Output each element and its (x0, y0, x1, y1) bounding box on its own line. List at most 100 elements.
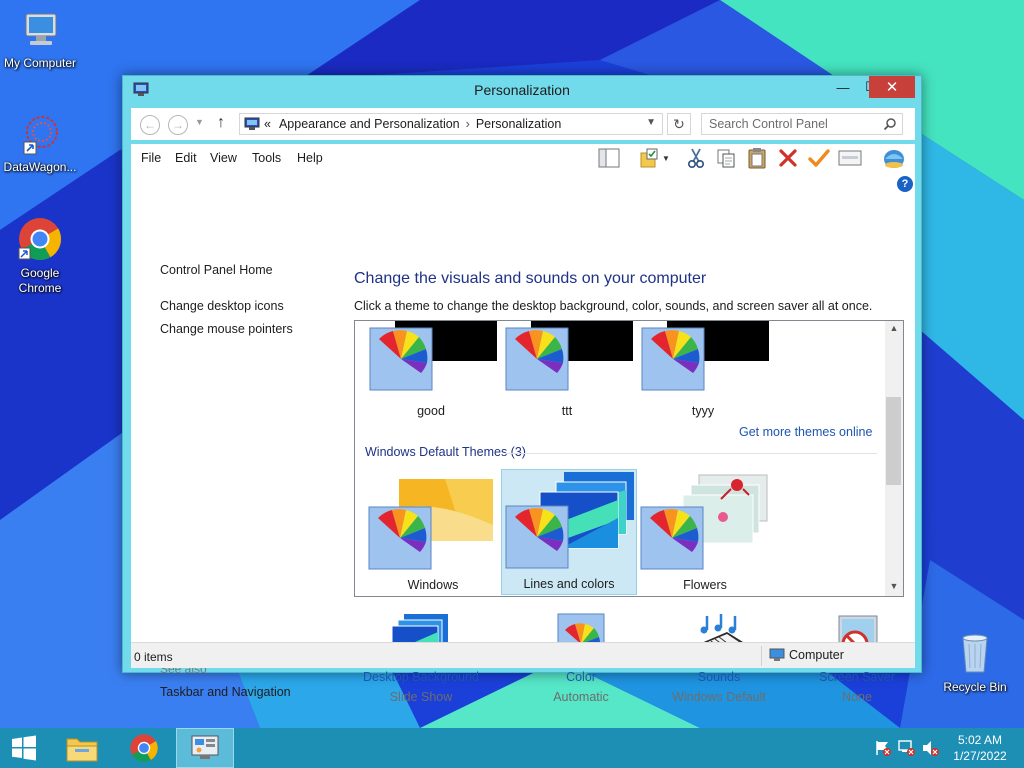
status-bar: 0 items Computer (131, 642, 915, 668)
status-divider (761, 646, 762, 666)
network-icon[interactable] (898, 740, 916, 756)
search-icon[interactable] (883, 117, 897, 131)
desktop-icon-datawagon[interactable]: DataWagon... (0, 112, 80, 175)
item-count: 0 items (134, 650, 173, 664)
menu-file[interactable]: File (141, 151, 161, 165)
search-input[interactable] (701, 113, 903, 135)
theme-preview-windows (368, 479, 493, 570)
setting-label[interactable]: Desktop Background (351, 670, 491, 684)
taskbar: 5:02 AM 1/27/2022 (0, 728, 1024, 768)
paste-button[interactable] (744, 146, 770, 170)
clock-date: 1/27/2022 (953, 749, 1007, 763)
address-field[interactable]: « Appearance and Personalization › Perso… (239, 113, 663, 135)
status-location-label: Computer (789, 648, 844, 662)
delete-button[interactable] (775, 146, 801, 170)
setting-value: None (842, 690, 872, 704)
properties-icon (838, 150, 862, 166)
theme-item-flowers[interactable]: Flowers (637, 469, 773, 595)
menu-help[interactable]: Help (297, 151, 323, 165)
section-divider (505, 453, 877, 454)
taskbar-chrome[interactable] (116, 728, 172, 768)
minimize-button[interactable]: — (829, 76, 857, 98)
menu-tools[interactable]: Tools (252, 151, 281, 165)
setting-value: Windows Default (672, 690, 766, 704)
title-bar[interactable]: Personalization — ☐ ✕ (123, 76, 921, 104)
copy-button[interactable] (713, 146, 739, 170)
up-button[interactable]: ↑ (217, 114, 225, 132)
theme-name: tyyy (691, 404, 715, 418)
check-icon (808, 149, 830, 167)
change-mouse-pointers-link[interactable]: Change mouse pointers (160, 322, 293, 336)
menu-view[interactable]: View (210, 151, 237, 165)
setting-value: Slide Show (389, 690, 453, 704)
theme-preview-ttt (505, 321, 633, 391)
copy-icon (717, 149, 735, 168)
address-dropdown-icon[interactable]: ▼ (646, 117, 656, 128)
recycle-bin-icon (962, 634, 988, 673)
paste-icon (748, 148, 766, 169)
desktop-icon-recycle-bin[interactable]: Recycle Bin (935, 630, 1015, 695)
theme-item-lines-and-colors[interactable]: Lines and colors (501, 469, 637, 595)
datawagon-icon (23, 116, 58, 155)
breadcrumb-separator[interactable]: › (466, 117, 470, 131)
action-center-flag-icon[interactable] (874, 740, 892, 756)
scroll-up-arrow-icon[interactable]: ▲ (885, 323, 903, 333)
layout-icon (598, 148, 620, 168)
desktop-icon-google-chrome[interactable]: Google Chrome (0, 216, 80, 296)
page-subtitle: Click a theme to change the desktop back… (354, 299, 873, 313)
taskbar-and-navigation-link[interactable]: Taskbar and Navigation (160, 685, 291, 699)
theme-name: Flowers (683, 578, 727, 592)
setting-label[interactable]: Screen Saver (787, 670, 927, 684)
taskbar-control-panel[interactable] (176, 728, 234, 768)
get-more-themes-link[interactable]: Get more themes online (739, 425, 872, 439)
control-panel-icon (191, 735, 219, 759)
help-icon[interactable]: ? (897, 176, 913, 192)
control-panel-home-link[interactable]: Control Panel Home (160, 263, 273, 277)
theme-name: Lines and colors (523, 577, 615, 591)
theme-preview-lines-and-colors (505, 472, 634, 569)
folder-options-dropdown[interactable]: ▼ (659, 146, 673, 170)
theme-list: good ttt tyyy Get more themes online Win… (354, 320, 904, 597)
theme-item-tyyy[interactable]: tyyy (635, 321, 771, 441)
status-location: Computer (769, 648, 844, 662)
close-button[interactable]: ✕ (869, 76, 915, 98)
file-explorer-icon (66, 738, 98, 762)
theme-name: Windows (407, 578, 459, 592)
scroll-thumb[interactable] (886, 397, 901, 485)
cut-button[interactable] (683, 146, 709, 170)
back-button[interactable]: ← (140, 115, 160, 135)
breadcrumb-personalization[interactable]: Personalization (476, 117, 561, 131)
web-button[interactable] (881, 146, 907, 170)
setting-label[interactable]: Sounds (649, 670, 789, 684)
web-icon (884, 150, 904, 168)
setting-label[interactable]: Color (511, 670, 651, 684)
breadcrumb-appearance[interactable]: Appearance and Personalization (279, 117, 460, 131)
desktop-icon-my-computer[interactable]: My Computer (0, 8, 80, 71)
theme-item-ttt[interactable]: ttt (499, 321, 635, 441)
recent-locations-dropdown[interactable]: ▼ (195, 117, 204, 127)
refresh-button[interactable]: ↻ (667, 113, 691, 135)
breadcrumb-overflow[interactable]: « (264, 117, 271, 131)
theme-name: ttt (561, 404, 573, 418)
theme-name: good (417, 404, 445, 418)
change-desktop-icons-link[interactable]: Change desktop icons (160, 299, 284, 313)
theme-preview-flowers (640, 474, 768, 570)
forward-button[interactable]: → (168, 115, 188, 135)
apply-button[interactable] (806, 146, 832, 170)
computer-icon (769, 648, 785, 661)
theme-item-windows[interactable]: Windows (365, 469, 501, 595)
properties-button[interactable] (837, 146, 863, 170)
system-clock[interactable]: 5:02 AM 1/27/2022 (950, 732, 1010, 764)
theme-preview-tyyy (641, 321, 769, 391)
menu-edit[interactable]: Edit (175, 151, 197, 165)
scroll-down-arrow-icon[interactable]: ▼ (885, 581, 903, 591)
computer-icon (25, 13, 57, 45)
start-button[interactable] (0, 728, 48, 768)
theme-preview-good (369, 321, 497, 391)
volume-muted-icon[interactable] (922, 740, 940, 756)
theme-list-scrollbar[interactable]: ▲ ▼ (885, 321, 903, 596)
layout-button[interactable] (596, 146, 622, 170)
chrome-icon (130, 734, 158, 762)
taskbar-file-explorer[interactable] (54, 728, 110, 768)
theme-item-good[interactable]: good (363, 321, 499, 441)
